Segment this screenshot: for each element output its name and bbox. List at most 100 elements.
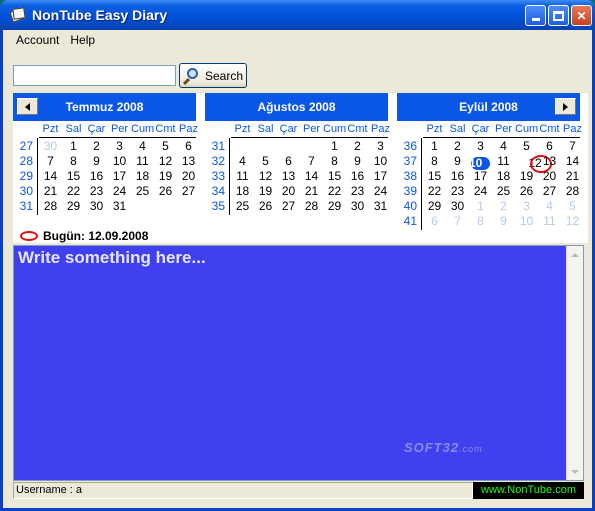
calendar-day[interactable]: 1 xyxy=(469,199,492,214)
calendar-day[interactable]: 14 xyxy=(39,169,62,184)
calendar-day[interactable]: 28 xyxy=(300,199,323,214)
calendar-day[interactable]: 20 xyxy=(277,184,300,199)
editor-scrollbar[interactable] xyxy=(566,246,583,480)
title-bar[interactable]: NonTube Easy Diary ✕ xyxy=(0,0,595,30)
maximize-button[interactable] xyxy=(548,5,569,26)
calendar-day[interactable]: 23 xyxy=(85,184,108,199)
calendar-day[interactable]: 2 xyxy=(85,139,108,154)
calendar-day[interactable]: 14 xyxy=(561,154,584,169)
calendar-day[interactable]: 2 xyxy=(346,139,369,154)
calendar-day[interactable]: 19 xyxy=(154,169,177,184)
calendar-day[interactable]: 19 xyxy=(254,184,277,199)
calendar-day[interactable]: 6 xyxy=(423,214,446,229)
calendar-day[interactable]: 9 xyxy=(85,154,108,169)
calendar-day[interactable]: 10 xyxy=(369,154,392,169)
calendar-day[interactable]: 24 xyxy=(108,184,131,199)
calendar-day[interactable]: 7 xyxy=(446,214,469,229)
calendar-day[interactable]: 8 xyxy=(323,154,346,169)
calendar-day[interactable]: 9 xyxy=(346,154,369,169)
scroll-up-button[interactable] xyxy=(567,246,583,263)
calendar-day[interactable]: 3 xyxy=(108,139,131,154)
search-button[interactable]: Search xyxy=(179,63,247,88)
calendar-day[interactable]: 12 xyxy=(561,214,584,229)
calendar-day[interactable]: 7 xyxy=(561,139,584,154)
calendar-day[interactable]: 5 xyxy=(254,154,277,169)
calendar-day[interactable]: 29 xyxy=(423,199,446,214)
calendar-day[interactable]: 24 xyxy=(369,184,392,199)
calendar-day[interactable]: 30 xyxy=(39,139,62,154)
calendar-day[interactable]: 11 xyxy=(131,154,154,169)
today-indicator[interactable]: Bugün: 12.09.2008 xyxy=(13,229,148,243)
search-input[interactable] xyxy=(13,65,176,86)
calendar-day[interactable]: 17 xyxy=(108,169,131,184)
calendar-day[interactable]: 21 xyxy=(39,184,62,199)
calendar-day[interactable]: 23 xyxy=(346,184,369,199)
calendar-day[interactable]: 18 xyxy=(231,184,254,199)
calendar-day[interactable]: 28 xyxy=(39,199,62,214)
calendar-day[interactable]: 12 xyxy=(254,169,277,184)
calendar-day[interactable]: 30 xyxy=(346,199,369,214)
next-month-button[interactable] xyxy=(555,98,576,115)
calendar-day[interactable]: 18 xyxy=(492,169,515,184)
calendar-day[interactable]: 5 xyxy=(561,199,584,214)
calendar-day[interactable]: 15 xyxy=(423,169,446,184)
calendar-day[interactable]: 7 xyxy=(39,154,62,169)
calendar-day[interactable]: 4 xyxy=(131,139,154,154)
calendar-day[interactable]: 25 xyxy=(231,199,254,214)
calendar-day[interactable]: 16 xyxy=(346,169,369,184)
calendar-day[interactable]: 18 xyxy=(131,169,154,184)
calendar-day[interactable]: 14 xyxy=(300,169,323,184)
calendar-day[interactable]: 20 xyxy=(538,169,561,184)
calendar-day[interactable]: 10 xyxy=(515,214,538,229)
calendar-day[interactable]: 26 xyxy=(254,199,277,214)
calendar-day[interactable]: 6 xyxy=(277,154,300,169)
calendar-day[interactable]: 21 xyxy=(561,169,584,184)
calendar-day[interactable]: 29 xyxy=(62,199,85,214)
calendar-day[interactable]: 2 xyxy=(492,199,515,214)
calendar-day[interactable]: 24 xyxy=(469,184,492,199)
calendar-day[interactable]: 27 xyxy=(277,199,300,214)
calendar-day[interactable]: 22 xyxy=(62,184,85,199)
calendar-day[interactable]: 7 xyxy=(300,154,323,169)
calendar-day[interactable]: 6 xyxy=(177,139,200,154)
calendar-day[interactable]: 26 xyxy=(154,184,177,199)
calendar-day[interactable]: 16 xyxy=(85,169,108,184)
calendar-day[interactable]: 2 xyxy=(446,139,469,154)
calendar-day[interactable]: 21 xyxy=(300,184,323,199)
calendar-day[interactable]: 27 xyxy=(177,184,200,199)
calendar-day[interactable]: 26 xyxy=(515,184,538,199)
close-button[interactable]: ✕ xyxy=(571,5,592,26)
calendar-day[interactable]: 9 xyxy=(492,214,515,229)
calendar-day[interactable]: 17 xyxy=(469,169,492,184)
calendar-day[interactable]: 25 xyxy=(492,184,515,199)
calendar-day[interactable]: 9 xyxy=(446,154,469,169)
calendar-day[interactable]: 10 xyxy=(108,154,131,169)
menu-help[interactable]: Help xyxy=(66,33,102,47)
prev-month-button[interactable] xyxy=(17,98,38,115)
calendar-day[interactable]: 29 xyxy=(323,199,346,214)
calendar-day[interactable]: 20 xyxy=(177,169,200,184)
calendar-day[interactable]: 25 xyxy=(131,184,154,199)
scroll-down-button[interactable] xyxy=(567,463,583,480)
calendar-day[interactable]: 4 xyxy=(492,139,515,154)
calendar-day[interactable]: 4 xyxy=(231,154,254,169)
calendar-day[interactable]: 8 xyxy=(62,154,85,169)
calendar-day[interactable]: 17 xyxy=(369,169,392,184)
calendar-day[interactable]: 22 xyxy=(323,184,346,199)
calendar-day[interactable]: 19 xyxy=(515,169,538,184)
calendar-day[interactable]: 10 xyxy=(469,156,482,170)
calendar-day[interactable]: 31 xyxy=(369,199,392,214)
calendar-day[interactable]: 3 xyxy=(469,139,492,154)
editor-text[interactable]: Write something here... xyxy=(18,248,206,268)
calendar-day[interactable]: 15 xyxy=(62,169,85,184)
calendar-day[interactable]: 5 xyxy=(154,139,177,154)
calendar-day[interactable]: 8 xyxy=(423,154,446,169)
calendar-day[interactable]: 8 xyxy=(469,214,492,229)
calendar-day[interactable]: 16 xyxy=(446,169,469,184)
calendar-day[interactable]: 22 xyxy=(423,184,446,199)
calendar-day[interactable]: 1 xyxy=(323,139,346,154)
calendar-day[interactable]: 15 xyxy=(323,169,346,184)
calendar-day[interactable]: 3 xyxy=(369,139,392,154)
calendar-day[interactable]: 3 xyxy=(515,199,538,214)
calendar-day[interactable]: 13 xyxy=(277,169,300,184)
